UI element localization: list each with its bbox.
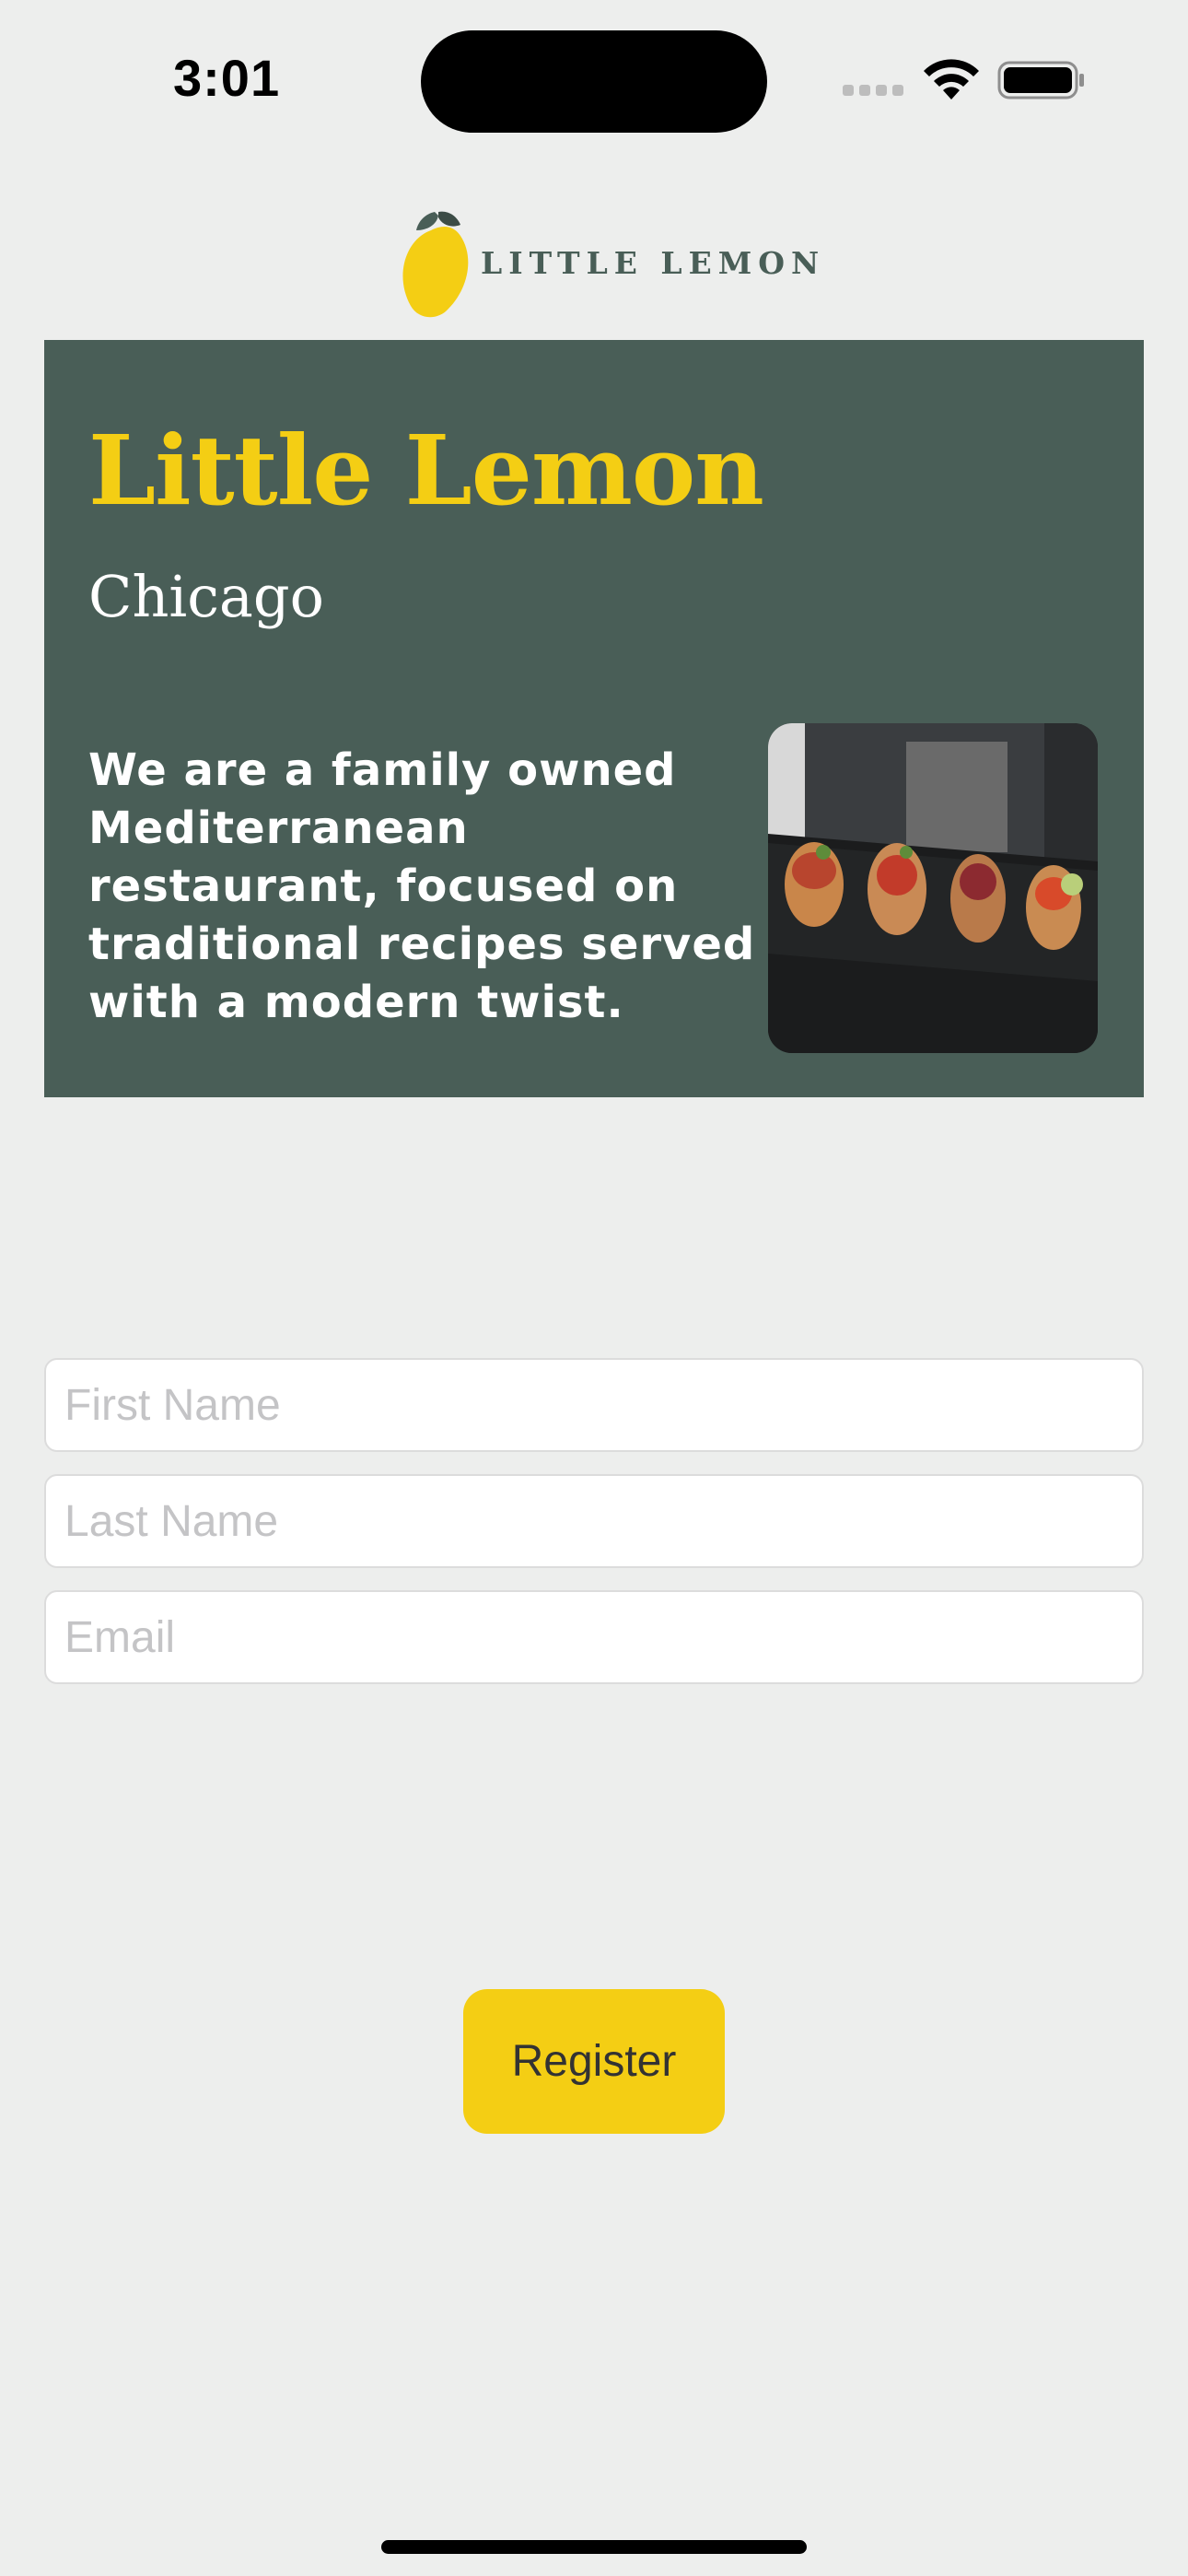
- dynamic-island: [421, 30, 767, 133]
- last-name-field[interactable]: [44, 1474, 1144, 1568]
- hero-title: Little Lemon: [88, 414, 764, 527]
- wifi-icon: [924, 59, 979, 100]
- cellular-signal-icon: [843, 85, 903, 98]
- hero-description: We are a family owned Mediterranean rest…: [88, 744, 756, 1028]
- battery-icon: [997, 61, 1084, 100]
- register-button[interactable]: Register: [463, 1989, 725, 2134]
- first-name-field[interactable]: [44, 1358, 1144, 1452]
- logo-text: LITTLE LEMON: [481, 245, 826, 281]
- email-field[interactable]: [44, 1590, 1144, 1684]
- hero-subtitle: Chicago: [88, 563, 324, 630]
- status-time: 3:01: [173, 49, 281, 107]
- home-indicator[interactable]: [381, 2540, 807, 2554]
- hero-banner: Little Lemon Chicago We are a family own…: [44, 340, 1144, 1097]
- onboarding-screen: 3:01 LITTLE LEMON Little Lemon Chicago W…: [0, 0, 1188, 2576]
- food-image: [768, 723, 1098, 1053]
